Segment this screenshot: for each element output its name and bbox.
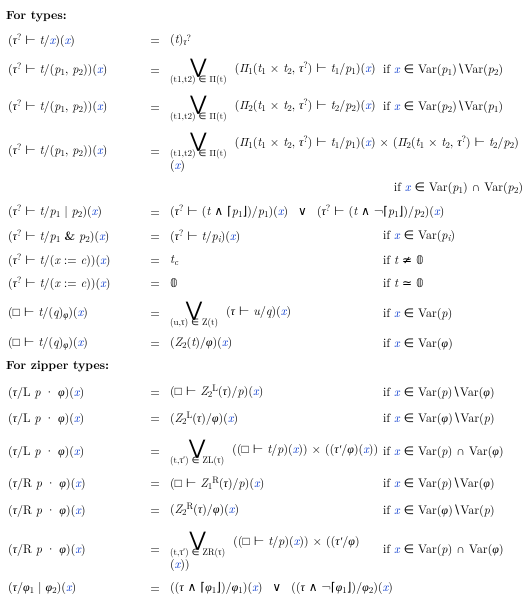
zipper-rules-table: (τ/L p · φ)(x) = (□ ⊢ Z2L(τ)/p)(x) if x … <box>6 378 525 601</box>
zipper-rule-4: (τ/R p · φ)(x) = (Z2R(τ)/φ)(x) if x ∈ Va… <box>6 496 525 522</box>
rule-cond: if x ∈ Var(p1)∖Var(p2) <box>381 51 525 88</box>
rule-eq: = <box>142 378 168 404</box>
rule-lhs: (τ/L p · φ)(x) <box>6 431 142 470</box>
types-rule-6: (τ? ⊢ t/p1 & p2)(x) = (τ? ⊢ t/pi)(x) if … <box>6 224 525 248</box>
rule-eq: = <box>142 431 168 470</box>
rule-lhs: (τ? ⊢ t/(x := c))(x) <box>6 248 142 271</box>
rule-cond: if x ∈ Var(φ)∖Var(p) <box>381 405 525 431</box>
rule-eq: = <box>142 248 168 271</box>
rule-rhs: (τ? ⊢ (t ∧ ⌈p1⌋)/p1)(x) ∨ (τ? ⊢ (t ∧ ¬⌈p… <box>168 199 525 223</box>
rule-cond: if x ∈ Var(p1) ∩ Var(p2) <box>6 176 525 199</box>
bigvee-icon: ⋁ (t1,t2) ∈ Π(t) <box>170 55 227 84</box>
types-rule-3-cond: if x ∈ Var(p1) ∩ Var(p2) <box>6 176 525 199</box>
rule-eq: = <box>142 523 168 576</box>
rule-rhs: (Z2L(τ)/φ)(x) <box>168 405 381 431</box>
rule-rhs: ⋁ (t1,t2) ∈ Π(t) (Π1(t1 × t2, τ?) ⊢ t1/p… <box>168 51 381 88</box>
types-rule-0: (τ? ⊢ t/x)(x) = (t)τ? <box>6 28 525 51</box>
rule-cond <box>381 28 525 51</box>
rule-lhs: (τ? ⊢ t/x)(x) <box>6 28 142 51</box>
types-rule-8: (τ? ⊢ t/(x := c))(x) = 𝟘 if t ≃ 𝟘 <box>6 271 525 294</box>
bigvee-icon: ⋁ (t1,t2) ∈ Π(t) <box>170 92 227 121</box>
rule-lhs: (τ? ⊢ t/p1 & p2)(x) <box>6 224 142 248</box>
rule-cond: if x ∈ Var(p) ∩ Var(φ) <box>381 431 525 470</box>
rule-lhs: (τ? ⊢ t/p1 | p2)(x) <box>6 199 142 223</box>
rule-cond: if x ∈ Var(p)∖Var(φ) <box>381 378 525 404</box>
bigop-sub: (t1,t2) ∈ Π(t) <box>170 111 227 121</box>
rule-eq: = <box>142 294 168 331</box>
rule-eq: = <box>142 224 168 248</box>
rule-cond: if x ∈ Var(p) ∩ Var(φ) <box>381 523 525 576</box>
rule-eq: = <box>142 28 168 51</box>
bigop-sub: (t,τ′) ∈ ZL(τ) <box>170 455 224 465</box>
rule-lhs: (τ/φ1 | φ2)(x) <box>6 575 142 600</box>
rule-eq: = <box>142 199 168 223</box>
zipper-rule-3: (τ/R p · φ)(x) = (□ ⊢ Z1R(τ)/p)(x) if x … <box>6 470 525 496</box>
rule-eq: = <box>142 88 168 125</box>
rule-rhs: ⋁ (t1,t2) ∈ Π(t) (Π2(t1 × t2, τ?) ⊢ t2/p… <box>168 88 381 125</box>
rule-lhs: (τ/L p · φ)(x) <box>6 405 142 431</box>
rule-rhs: ⋁ (t,τ′) ∈ ZR(τ) ((□ ⊢ t/p)(x)) × ((τ′/φ… <box>168 523 381 576</box>
rule-rhs: ((τ ∧ ⌈φ1⌋)/φ1)(x) ∨ ((τ ∧ ¬⌈φ1⌋)/φ2)(x) <box>168 575 525 600</box>
zipper-rule-5: (τ/R p · φ)(x) = ⋁ (t,τ′) ∈ ZR(τ) ((□ ⊢ … <box>6 523 525 576</box>
rule-eq: = <box>142 331 168 354</box>
zipper-rule-6: (τ/φ1 | φ2)(x) = ((τ ∧ ⌈φ1⌋)/φ1)(x) ∨ ((… <box>6 575 525 600</box>
rule-cond: if x ∈ Var(pi) <box>381 224 525 248</box>
rule-cond: if t ≃ 𝟘 <box>381 271 525 294</box>
rule-lhs: (τ/L p · φ)(x) <box>6 378 142 404</box>
rule-lhs: (τ? ⊢ t/(x := c))(x) <box>6 271 142 294</box>
bigop-sub: (t1,t2) ∈ Π(t) <box>170 74 227 84</box>
rule-cond: if x ∈ Var(p)∖Var(φ) <box>381 470 525 496</box>
rule-rhs: (□ ⊢ Z1R(τ)/p)(x) <box>168 470 381 496</box>
rule-cond: if x ∈ Var(φ) <box>381 331 525 354</box>
rule-lhs: (□ ⊢ t/(q)φ)(x) <box>6 294 142 331</box>
zipper-rule-0: (τ/L p · φ)(x) = (□ ⊢ Z2L(τ)/p)(x) if x … <box>6 378 525 404</box>
rule-lhs: (τ? ⊢ t/(p1, p2))(x) <box>6 88 142 125</box>
rule-eq: = <box>142 405 168 431</box>
rule-rhs: ⋁ (t,τ′) ∈ ZL(τ) ((□ ⊢ t/p)(x)) × ((τ′/φ… <box>168 431 381 470</box>
types-rule-10: (□ ⊢ t/(q)φ)(x) = (Z2(t)/φ)(x) if x ∈ Va… <box>6 331 525 354</box>
rule-eq: = <box>142 125 168 176</box>
rule-rhs: (τ? ⊢ t/pi)(x) <box>168 224 381 248</box>
rule-cond: if x ∈ Var(p) <box>381 294 525 331</box>
types-rule-1: (τ? ⊢ t/(p1, p2))(x) = ⋁ (t1,t2) ∈ Π(t) … <box>6 51 525 88</box>
rule-eq: = <box>142 51 168 88</box>
rule-eq: = <box>142 575 168 600</box>
rule-lhs: (□ ⊢ t/(q)φ)(x) <box>6 331 142 354</box>
section-title-zippers: For zipper types: <box>6 358 525 372</box>
rule-eq: = <box>142 271 168 294</box>
section-title-types: For types: <box>6 8 525 22</box>
rule-eq: = <box>142 470 168 496</box>
types-rules-table: (τ? ⊢ t/x)(x) = (t)τ? (τ? ⊢ t/(p1, p2))(… <box>6 28 525 355</box>
types-rule-3: (τ? ⊢ t/(p1, p2))(x) = ⋁ (t1,t2) ∈ Π(t) … <box>6 125 525 176</box>
rule-lhs: (τ/R p · φ)(x) <box>6 523 142 576</box>
rule-rhs: ⋁ (u,τ) ∈ Z(t) (τ ⊢ u/q)(x) <box>168 294 381 331</box>
types-rule-9: (□ ⊢ t/(q)φ)(x) = ⋁ (u,τ) ∈ Z(t) (τ ⊢ u/… <box>6 294 525 331</box>
rule-cond: if x ∈ Var(φ)∖Var(p) <box>381 496 525 522</box>
bigvee-icon: ⋁ (t,τ′) ∈ ZR(τ) <box>170 528 225 557</box>
types-rule-2: (τ? ⊢ t/(p1, p2))(x) = ⋁ (t1,t2) ∈ Π(t) … <box>6 88 525 125</box>
rule-rhs: (□ ⊢ Z2L(τ)/p)(x) <box>168 378 381 404</box>
types-rule-7: (τ? ⊢ t/(x := c))(x) = tc if t ≄ 𝟘 <box>6 248 525 271</box>
zipper-rule-1: (τ/L p · φ)(x) = (Z2L(τ)/φ)(x) if x ∈ Va… <box>6 405 525 431</box>
rule-lhs: (τ? ⊢ t/(p1, p2))(x) <box>6 51 142 88</box>
types-rule-5: (τ? ⊢ t/p1 | p2)(x) = (τ? ⊢ (t ∧ ⌈p1⌋)/p… <box>6 199 525 223</box>
bigop-sub: (u,τ) ∈ Z(t) <box>170 317 218 327</box>
rule-rhs: (Z2R(τ)/φ)(x) <box>168 496 381 522</box>
rule-rhs: 𝟘 <box>168 271 381 294</box>
rule-rhs: (t)τ? <box>168 28 381 51</box>
rule-rhs: tc <box>168 248 381 271</box>
rule-rhs: ⋁ (t1,t2) ∈ Π(t) (Π1(t1 × t2, τ?) ⊢ t1/p… <box>168 125 525 176</box>
rule-lhs: (τ/R p · φ)(x) <box>6 470 142 496</box>
bigvee-icon: ⋁ (t1,t2) ∈ Π(t) <box>170 129 227 158</box>
rule-lhs: (τ? ⊢ t/(p1, p2))(x) <box>6 125 142 176</box>
rule-cond: if t ≄ 𝟘 <box>381 248 525 271</box>
bigvee-icon: ⋁ (u,τ) ∈ Z(t) <box>170 298 218 327</box>
rule-rhs: (Z2(t)/φ)(x) <box>168 331 381 354</box>
rule-cond: if x ∈ Var(p2)∖Var(p1) <box>381 88 525 125</box>
zipper-rule-2: (τ/L p · φ)(x) = ⋁ (t,τ′) ∈ ZL(τ) ((□ ⊢ … <box>6 431 525 470</box>
rule-lhs: (τ/R p · φ)(x) <box>6 496 142 522</box>
rule-eq: = <box>142 496 168 522</box>
bigvee-icon: ⋁ (t,τ′) ∈ ZL(τ) <box>170 436 224 465</box>
